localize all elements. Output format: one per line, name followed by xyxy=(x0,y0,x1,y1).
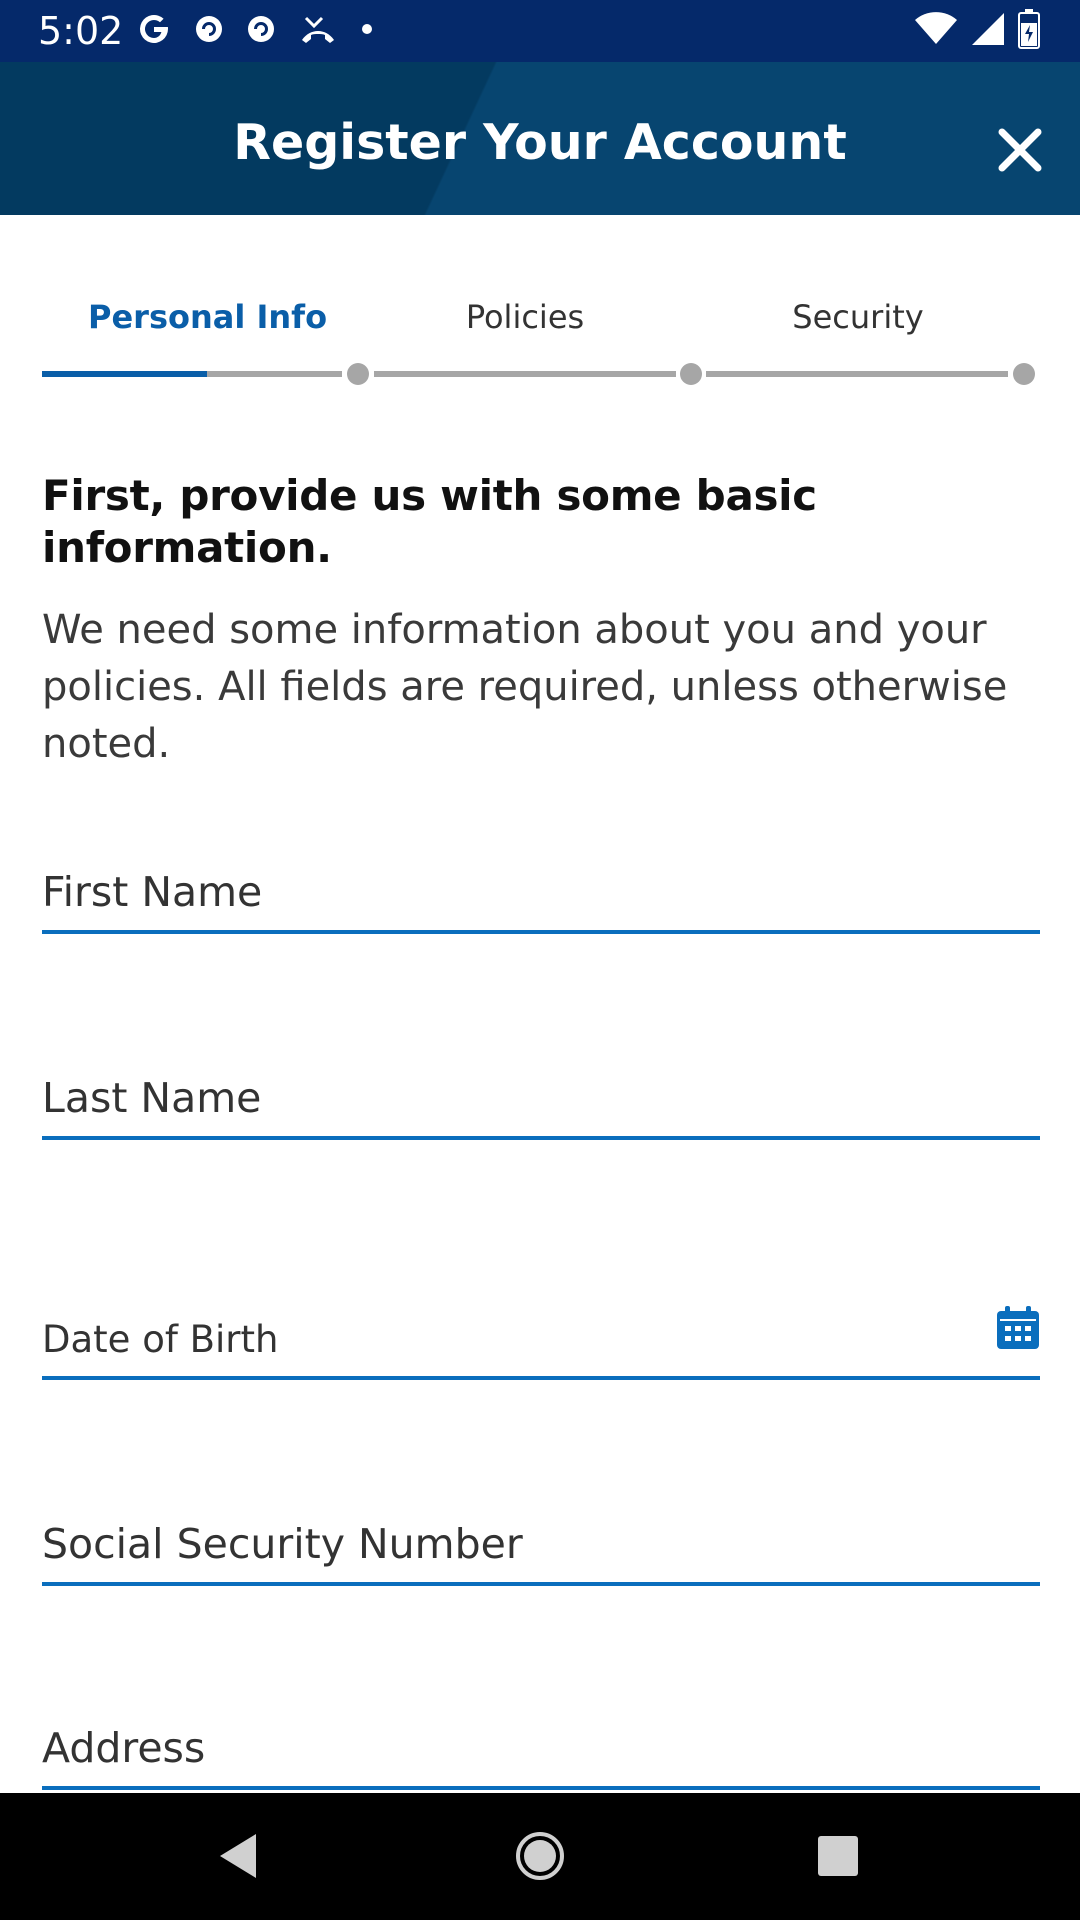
ssn-field[interactable] xyxy=(42,1482,1040,1586)
back-icon xyxy=(216,1832,260,1885)
first-name-input[interactable] xyxy=(42,868,1040,916)
tab-personal-info[interactable]: Personal Info xyxy=(88,297,388,337)
first-name-field[interactable] xyxy=(42,830,1040,934)
notification-dot-icon xyxy=(360,22,374,41)
step-dot-2 xyxy=(680,363,702,385)
intro-section: First, provide us with some basic inform… xyxy=(42,470,1040,773)
intro-text: We need some information about you and y… xyxy=(42,607,1008,767)
recents-icon xyxy=(817,1835,859,1882)
last-name-field[interactable] xyxy=(42,1036,1040,1140)
pocket-casts-icon xyxy=(194,14,224,49)
wifi-icon xyxy=(914,11,958,51)
home-icon xyxy=(515,1831,565,1886)
close-icon xyxy=(996,126,1044,179)
registration-screen: 5:02 Register Your Account Personal Info… xyxy=(0,0,1080,1920)
step-dot-3 xyxy=(1013,363,1035,385)
address-input[interactable] xyxy=(42,1724,1040,1772)
google-g-icon xyxy=(136,11,172,52)
intro-title: First, provide us with some basic inform… xyxy=(42,471,817,572)
system-icons xyxy=(914,8,1040,54)
calendar-icon[interactable] xyxy=(996,1306,1040,1350)
system-nav-bar xyxy=(0,1793,1080,1920)
registration-stepper: Personal Info Policies Security xyxy=(0,215,1080,395)
page-title: Register Your Account xyxy=(233,114,847,171)
last-name-input[interactable] xyxy=(42,1074,1040,1122)
battery-icon xyxy=(1018,8,1040,54)
step-dot-1 xyxy=(347,363,369,385)
home-button[interactable] xyxy=(505,1823,575,1893)
step-progress-bar xyxy=(42,371,207,377)
pocket-casts-icon xyxy=(246,14,276,49)
date-of-birth-field[interactable] xyxy=(42,1276,1040,1380)
step-track-2 xyxy=(374,371,676,377)
back-button[interactable] xyxy=(203,1823,273,1893)
date-of-birth-input[interactable] xyxy=(42,1314,1040,1362)
notification-icons xyxy=(136,8,374,54)
ssn-input[interactable] xyxy=(42,1520,1040,1568)
step-track-3 xyxy=(706,371,1008,377)
cell-signal-icon xyxy=(970,11,1006,52)
tab-policies[interactable]: Policies xyxy=(375,297,675,337)
address-field[interactable] xyxy=(42,1686,1040,1790)
status-time: 5:02 xyxy=(38,9,124,53)
recents-button[interactable] xyxy=(803,1823,873,1893)
missed-call-icon xyxy=(298,14,338,49)
close-button[interactable] xyxy=(990,122,1050,182)
status-bar: 5:02 xyxy=(0,0,1080,62)
app-header: Register Your Account xyxy=(0,62,1080,215)
tab-security[interactable]: Security xyxy=(708,297,1008,337)
